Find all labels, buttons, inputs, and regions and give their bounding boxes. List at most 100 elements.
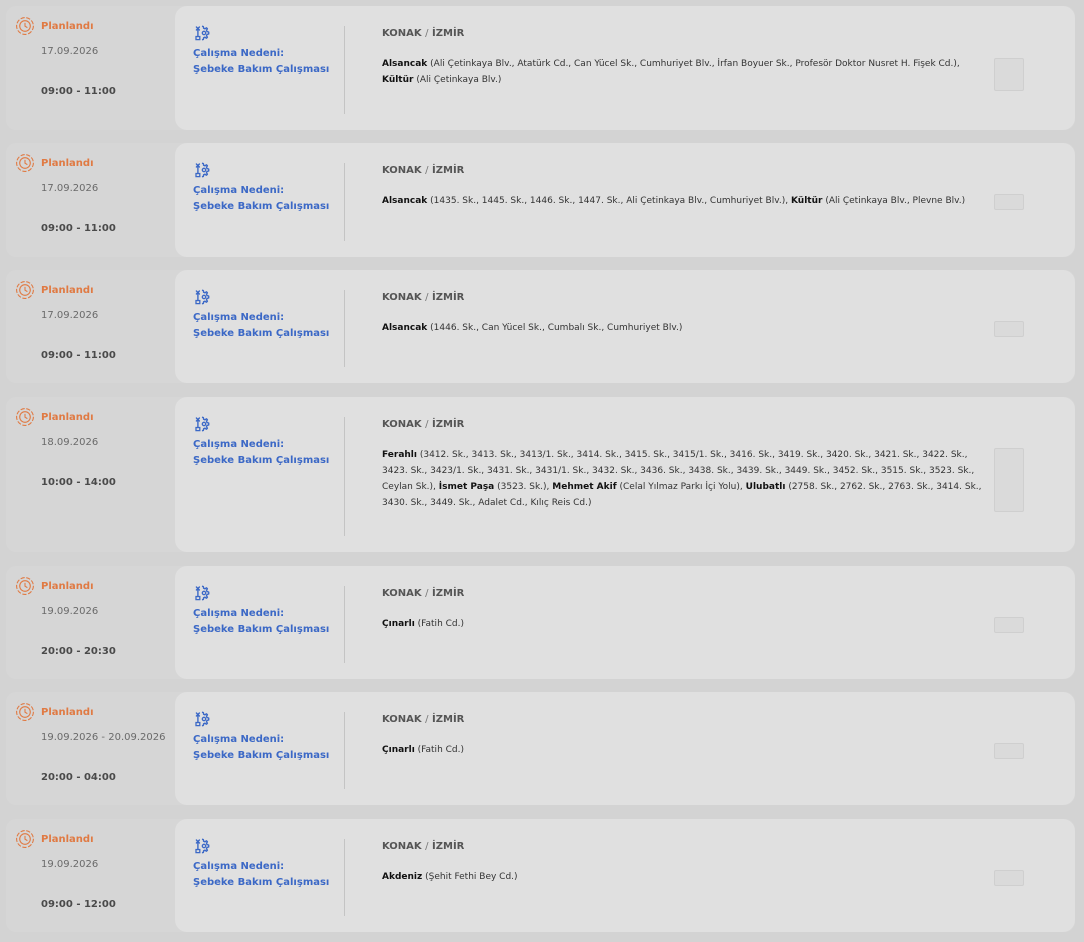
outage-details: Çalışma Nedeni: Şebeke Bakım Çalışması K…	[175, 6, 1075, 130]
work-reason-label: Çalışma Nedeni:	[193, 312, 285, 323]
work-reason: Çalışma Nedeni: Şebeke Bakım Çalışması	[193, 415, 333, 469]
status-badge: Planlandı	[15, 702, 94, 722]
neighborhood-name: Alsancak	[382, 323, 428, 333]
work-reason-value: Şebeke Bakım Çalışması	[193, 328, 330, 339]
outage-date: 17.09.2026	[41, 310, 99, 321]
neighborhood-name: Alsancak	[382, 59, 428, 69]
work-reason: Çalışma Nedeni: Şebeke Bakım Çalışması	[193, 24, 333, 78]
expand-button[interactable]	[994, 321, 1024, 337]
status-label: Planlandı	[41, 706, 94, 718]
work-reason: Çalışma Nedeni: Şebeke Bakım Çalışması	[193, 710, 333, 764]
district-name: KONAK	[382, 714, 422, 725]
city-name: İZMİR	[432, 588, 465, 599]
maintenance-gear-icon	[195, 25, 210, 41]
street-list: (Şehit Fethi Bey Cd.)	[425, 872, 518, 882]
neighborhood-name: İsmet Paşa	[438, 482, 495, 492]
location-separator: /	[425, 714, 429, 725]
outage-date: 17.09.2026	[41, 183, 99, 194]
district-name: KONAK	[382, 588, 422, 599]
outage-date: 19.09.2026	[41, 859, 99, 870]
location-heading: KONAK / İZMİR	[382, 419, 464, 430]
neighborhood-name: Akdeniz	[382, 872, 423, 882]
work-reason-value: Şebeke Bakım Çalışması	[193, 750, 330, 761]
city-name: İZMİR	[432, 28, 465, 39]
street-list: (1446. Sk., Can Yücel Sk., Cumbalı Sk., …	[430, 323, 683, 333]
neighborhood-name: Çınarlı	[382, 619, 415, 629]
expand-button[interactable]	[994, 194, 1024, 210]
status-badge: Planlandı	[15, 407, 94, 427]
neighborhood-name: Çınarlı	[382, 745, 415, 755]
outage-card: Planlandı 17.09.2026 09:00 - 11:00 Çalış…	[6, 6, 1075, 130]
planned-status-icon	[16, 408, 34, 426]
district-name: KONAK	[382, 841, 422, 852]
outage-schedule: Planlandı 19.09.2026 20:00 - 20:30	[6, 566, 196, 679]
planned-status-icon	[16, 703, 34, 721]
affected-streets: Akdeniz (Şehit Fethi Bey Cd.)	[382, 869, 989, 885]
maintenance-gear-icon	[195, 711, 210, 727]
outage-schedule: Planlandı 17.09.2026 09:00 - 11:00	[6, 6, 196, 130]
maintenance-gear-icon	[195, 838, 210, 854]
outage-time: 10:00 - 14:00	[41, 477, 116, 488]
street-list: (Fatih Cd.)	[417, 745, 464, 755]
expand-button[interactable]	[994, 617, 1024, 633]
outage-schedule: Planlandı 17.09.2026 09:00 - 11:00	[6, 270, 196, 383]
outage-schedule: Planlandı 17.09.2026 09:00 - 11:00	[6, 143, 196, 257]
status-badge: Planlandı	[15, 829, 94, 849]
street-list: (3523. Sk.),	[497, 482, 550, 492]
work-reason: Çalışma Nedeni: Şebeke Bakım Çalışması	[193, 288, 333, 342]
divider	[344, 839, 345, 916]
expand-button[interactable]	[994, 743, 1024, 759]
outage-details: Çalışma Nedeni: Şebeke Bakım Çalışması K…	[175, 270, 1075, 383]
outage-details: Çalışma Nedeni: Şebeke Bakım Çalışması K…	[175, 397, 1075, 552]
location-heading: KONAK / İZMİR	[382, 292, 464, 303]
location-separator: /	[425, 419, 429, 430]
city-name: İZMİR	[432, 714, 465, 725]
affected-streets: Çınarlı (Fatih Cd.)	[382, 742, 989, 758]
planned-status-icon	[16, 154, 34, 172]
district-name: KONAK	[382, 165, 422, 176]
work-reason-value: Şebeke Bakım Çalışması	[193, 201, 330, 212]
status-badge: Planlandı	[15, 576, 94, 596]
affected-streets: Alsancak (1446. Sk., Can Yücel Sk., Cumb…	[382, 320, 989, 336]
expand-button[interactable]	[994, 448, 1024, 512]
expand-button[interactable]	[994, 58, 1024, 91]
planned-status-icon	[16, 577, 34, 595]
outage-time: 09:00 - 11:00	[41, 86, 116, 97]
outage-date: 17.09.2026	[41, 46, 99, 57]
work-reason-value: Şebeke Bakım Çalışması	[193, 624, 330, 635]
work-reason-value: Şebeke Bakım Çalışması	[193, 877, 330, 888]
district-name: KONAK	[382, 292, 422, 303]
divider	[344, 586, 345, 663]
work-reason-label: Çalışma Nedeni:	[193, 48, 285, 59]
outage-card: Planlandı 17.09.2026 09:00 - 11:00 Çalış…	[6, 270, 1075, 383]
neighborhood-name: Kültür	[790, 196, 823, 206]
city-name: İZMİR	[432, 841, 465, 852]
expand-button[interactable]	[994, 870, 1024, 886]
city-name: İZMİR	[432, 292, 465, 303]
status-label: Planlandı	[41, 157, 94, 169]
work-reason-label: Çalışma Nedeni:	[193, 608, 285, 619]
outage-details: Çalışma Nedeni: Şebeke Bakım Çalışması K…	[175, 566, 1075, 679]
location-heading: KONAK / İZMİR	[382, 588, 464, 599]
outage-schedule: Planlandı 19.09.2026 09:00 - 12:00	[6, 819, 196, 932]
street-list: (Ali Çetinkaya Blv.)	[416, 75, 502, 85]
status-label: Planlandı	[41, 580, 94, 592]
status-badge: Planlandı	[15, 16, 94, 36]
outage-schedule: Planlandı 18.09.2026 10:00 - 14:00	[6, 397, 196, 552]
affected-streets: Alsancak (1435. Sk., 1445. Sk., 1446. Sk…	[382, 193, 989, 209]
status-label: Planlandı	[41, 20, 94, 32]
street-list: (Ali Çetinkaya Blv., Plevne Blv.)	[825, 196, 966, 206]
work-reason-label: Çalışma Nedeni:	[193, 185, 285, 196]
street-list: (1435. Sk., 1445. Sk., 1446. Sk., 1447. …	[430, 196, 789, 206]
affected-streets: Ferahlı (3412. Sk., 3413. Sk., 3413/1. S…	[382, 447, 989, 511]
work-reason: Çalışma Nedeni: Şebeke Bakım Çalışması	[193, 161, 333, 215]
status-badge: Planlandı	[15, 153, 94, 173]
outage-time: 20:00 - 04:00	[41, 772, 116, 783]
planned-status-icon	[16, 17, 34, 35]
status-label: Planlandı	[41, 411, 94, 423]
outage-schedule: Planlandı 19.09.2026 - 20.09.2026 20:00 …	[6, 692, 196, 805]
outage-card: Planlandı 17.09.2026 09:00 - 11:00 Çalış…	[6, 143, 1075, 257]
location-heading: KONAK / İZMİR	[382, 714, 464, 725]
divider	[344, 417, 345, 536]
location-separator: /	[425, 588, 429, 599]
